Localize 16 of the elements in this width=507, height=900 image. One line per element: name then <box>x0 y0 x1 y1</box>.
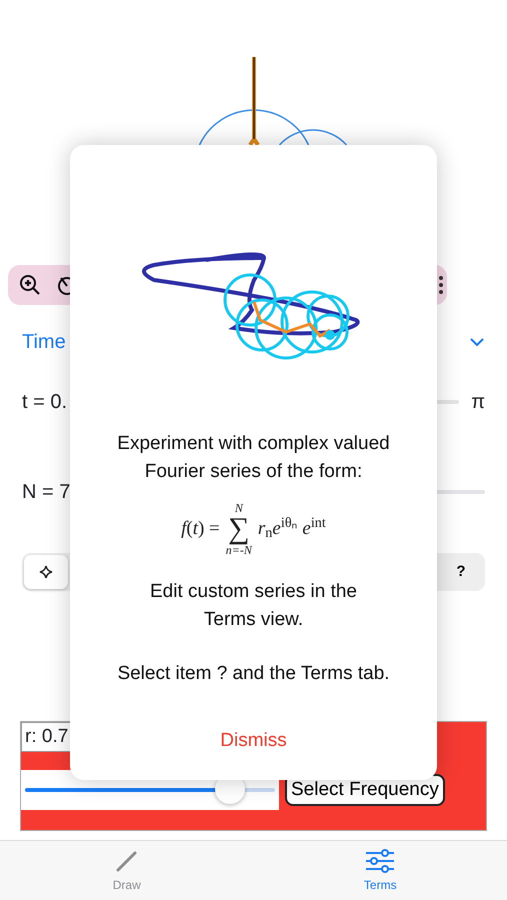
dismiss-button[interactable]: Dismiss <box>214 726 293 756</box>
intro-text: Experiment with complex valued Fourier series of the form: <box>116 432 391 484</box>
sum-sign: ∑ <box>228 514 250 544</box>
message-text: Edit custom series in the Terms view. <box>149 580 358 632</box>
time-label: t = 0. <box>22 390 68 415</box>
tab[interactable]: Draw <box>0 841 254 900</box>
message-text: Select item ? and the Terms tab. <box>117 662 390 686</box>
section-title[interactable]: Time <box>22 327 66 357</box>
formula-lhs: f(t) = <box>181 516 220 541</box>
tab[interactable]: Terms <box>254 841 507 900</box>
terms-count-label: N = 7 <box>22 480 70 505</box>
formula-term: r$_{n}$e$^{iθₙ}$ e$^{int}$ <box>258 514 326 544</box>
max-label: π <box>471 390 485 415</box>
sum-lower-limit: n=-N <box>226 544 252 556</box>
segment-tab[interactable]: ? <box>439 555 483 589</box>
sum-upper-limit: N <box>234 502 243 514</box>
